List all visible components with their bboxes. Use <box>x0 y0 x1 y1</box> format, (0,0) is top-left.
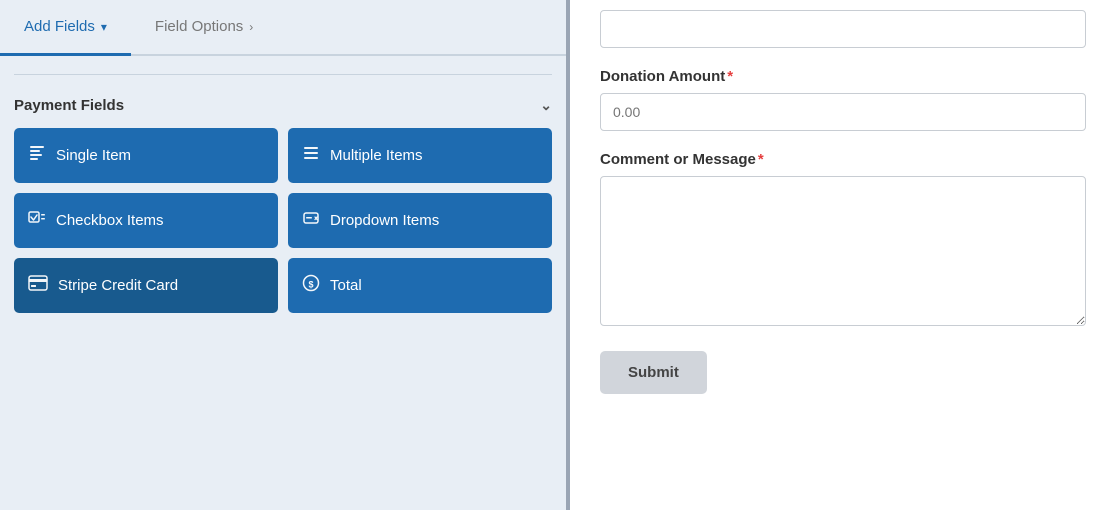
payment-fields-chevron: ⌄ <box>540 97 552 114</box>
checkbox-items-button[interactable]: Checkbox Items <box>14 193 278 248</box>
payment-fields-section[interactable]: Payment Fields ⌄ <box>14 83 552 128</box>
add-fields-label: Add Fields <box>24 18 95 35</box>
single-item-button[interactable]: Single Item <box>14 128 278 183</box>
comment-required-star: * <box>758 151 764 168</box>
top-input-group <box>600 10 1086 48</box>
dropdown-items-icon <box>302 209 320 232</box>
checkbox-items-label: Checkbox Items <box>56 212 164 229</box>
stripe-credit-card-icon <box>28 275 48 296</box>
svg-text:$: $ <box>308 280 313 290</box>
submit-button[interactable]: Submit <box>600 351 707 394</box>
payment-fields-label: Payment Fields <box>14 97 124 114</box>
donation-amount-input[interactable] <box>600 93 1086 131</box>
total-button[interactable]: $ Total <box>288 258 552 313</box>
donation-amount-label: Donation Amount* <box>600 68 1086 85</box>
multiple-items-icon <box>302 144 320 167</box>
field-options-label: Field Options <box>155 18 243 35</box>
single-item-label: Single Item <box>56 147 131 164</box>
panel-content: Payment Fields ⌄ Single Item <box>0 56 566 510</box>
tab-add-fields[interactable]: Add Fields ▾ <box>0 0 131 56</box>
comment-group: Comment or Message* <box>600 151 1086 331</box>
multiple-items-label: Multiple Items <box>330 147 423 164</box>
dropdown-items-label: Dropdown Items <box>330 212 439 229</box>
stripe-credit-card-label: Stripe Credit Card <box>58 277 178 294</box>
field-options-chevron: › <box>249 20 253 34</box>
comment-textarea[interactable] <box>600 176 1086 326</box>
tab-bar: Add Fields ▾ Field Options › <box>0 0 566 56</box>
stripe-credit-card-button[interactable]: Stripe Credit Card <box>14 258 278 313</box>
total-icon: $ <box>302 274 320 297</box>
checkbox-items-icon <box>28 209 46 232</box>
right-panel: Donation Amount* Comment or Message* Sub… <box>570 0 1116 510</box>
top-divider <box>14 74 552 75</box>
comment-label: Comment or Message* <box>600 151 1086 168</box>
top-input-box <box>600 10 1086 48</box>
dropdown-items-button[interactable]: Dropdown Items <box>288 193 552 248</box>
single-item-icon <box>28 144 46 167</box>
donation-amount-group: Donation Amount* <box>600 68 1086 131</box>
donation-required-star: * <box>727 68 733 85</box>
left-panel: Add Fields ▾ Field Options › Payment Fie… <box>0 0 570 510</box>
add-fields-chevron: ▾ <box>101 20 107 34</box>
multiple-items-button[interactable]: Multiple Items <box>288 128 552 183</box>
fields-grid: Single Item Multiple Items <box>14 128 552 329</box>
tab-field-options[interactable]: Field Options › <box>131 0 277 56</box>
total-label: Total <box>330 277 362 294</box>
